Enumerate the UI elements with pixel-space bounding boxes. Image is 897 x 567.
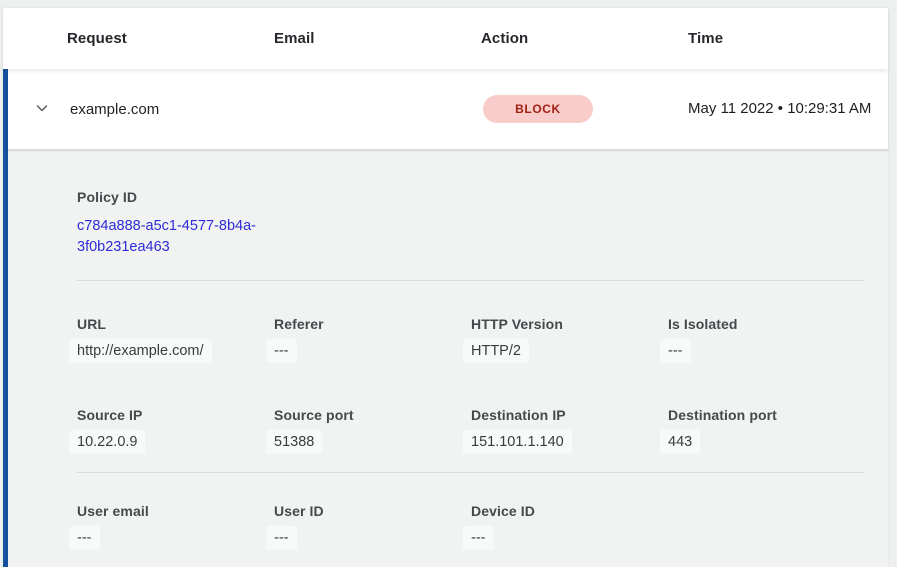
- column-header-email: Email: [274, 30, 481, 47]
- field-label: User ID: [274, 503, 471, 519]
- detail-field: User email ---: [77, 503, 274, 546]
- collapse-row-button[interactable]: [34, 101, 50, 117]
- field-label: URL: [77, 316, 274, 332]
- field-label: Source port: [274, 407, 471, 423]
- column-header-request: Request: [67, 30, 274, 47]
- field-label: Device ID: [471, 503, 668, 519]
- detail-field: URL http://example.com/: [77, 316, 274, 359]
- column-header-action: Action: [481, 30, 688, 47]
- detail-field: Referer ---: [274, 316, 471, 359]
- policy-id-field: Policy ID c784a888-a5c1-4577-8b4a-3f0b23…: [77, 189, 864, 258]
- chevron-down-icon: [34, 100, 50, 119]
- policy-id-link[interactable]: c784a888-a5c1-4577-8b4a-3f0b231ea463: [77, 216, 282, 258]
- field-label: Source IP: [77, 407, 274, 423]
- detail-field: Destination IP 151.101.1.140: [471, 407, 668, 450]
- field-label: Is Isolated: [668, 316, 865, 332]
- block-status-badge: BLOCK: [483, 95, 593, 123]
- field-label: Destination IP: [471, 407, 668, 423]
- field-value: ---: [463, 526, 494, 550]
- divider: [77, 280, 864, 281]
- expanded-details-panel: Policy ID c784a888-a5c1-4577-8b4a-3f0b23…: [8, 149, 888, 567]
- action-cell: BLOCK: [481, 95, 688, 123]
- detail-field-group-network: Source IP 10.22.0.9 Source port 51388 De…: [77, 407, 864, 450]
- field-value: 443: [660, 430, 700, 454]
- field-value: 51388: [266, 430, 322, 454]
- request-value: example.com: [70, 101, 159, 118]
- field-value: http://example.com/: [69, 339, 212, 363]
- field-label: User email: [77, 503, 274, 519]
- column-header-time: Time: [688, 30, 888, 47]
- field-label: HTTP Version: [471, 316, 668, 332]
- field-label: Destination port: [668, 407, 865, 423]
- detail-field: Is Isolated ---: [668, 316, 865, 359]
- log-table-card: Request Email Action Time example.com BL…: [3, 8, 888, 567]
- detail-field-group-user: User email --- User ID --- Device ID ---: [77, 503, 864, 546]
- detail-field-group-http: URL http://example.com/ Referer --- HTTP…: [77, 316, 864, 359]
- field-label: Referer: [274, 316, 471, 332]
- field-value: 151.101.1.140: [463, 430, 572, 454]
- table-row[interactable]: example.com BLOCK May 11 2022 • 10:29:31…: [8, 69, 888, 149]
- detail-field: Destination port 443: [668, 407, 865, 450]
- detail-field: User ID ---: [274, 503, 471, 546]
- table-header: Request Email Action Time: [3, 8, 888, 69]
- field-value: HTTP/2: [463, 339, 529, 363]
- time-value: May 11 2022 • 10:29:31 AM: [688, 97, 873, 121]
- expanded-row-group: example.com BLOCK May 11 2022 • 10:29:31…: [3, 69, 888, 567]
- field-value: ---: [660, 339, 691, 363]
- detail-field: HTTP Version HTTP/2: [471, 316, 668, 359]
- field-value: ---: [266, 526, 297, 550]
- field-value: ---: [69, 526, 100, 550]
- request-cell: example.com: [34, 101, 274, 118]
- field-label: Policy ID: [77, 189, 864, 205]
- detail-field: Device ID ---: [471, 503, 668, 546]
- divider: [77, 472, 864, 473]
- field-value: ---: [266, 339, 297, 363]
- field-value: 10.22.0.9: [69, 430, 145, 454]
- detail-field: Source port 51388: [274, 407, 471, 450]
- detail-field: Source IP 10.22.0.9: [77, 407, 274, 450]
